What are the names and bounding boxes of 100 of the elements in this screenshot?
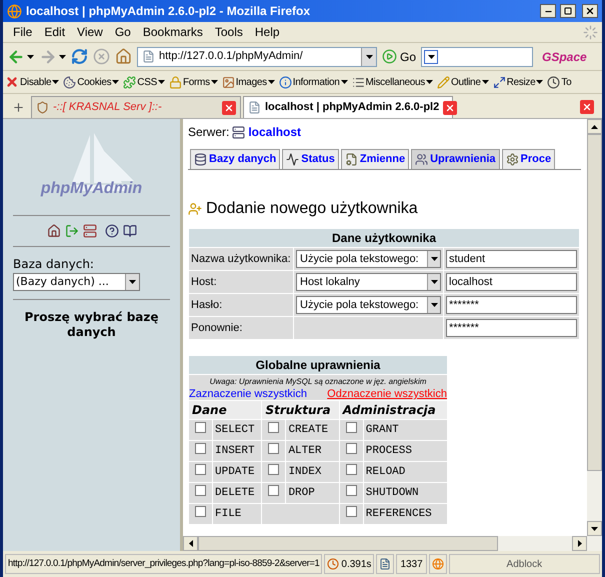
info-icon <box>278 76 292 88</box>
tab[interactable]: Status <box>282 149 339 169</box>
go-button[interactable]: Go <box>382 48 416 66</box>
sql-window-icon[interactable] <box>82 224 96 238</box>
field-label: Nazwa użytkownika: <box>188 248 294 270</box>
dropdown-button[interactable] <box>125 274 139 290</box>
vertical-scrollbar[interactable] <box>587 119 602 536</box>
input-field[interactable]: ******* <box>446 296 577 314</box>
server-icon <box>232 126 246 138</box>
documentation-icon[interactable] <box>122 224 136 238</box>
tab[interactable]: Bazy danych <box>190 149 280 169</box>
checkbox[interactable] <box>195 464 206 475</box>
checkbox[interactable] <box>346 422 357 433</box>
select-field[interactable]: Host lokalny <box>296 273 441 291</box>
close-tab-button[interactable] <box>222 100 236 114</box>
select-all-link[interactable]: Zaznaczenie wszystkich <box>189 388 307 400</box>
checkbox[interactable] <box>268 422 280 433</box>
caret-icon <box>210 80 218 84</box>
dropdown-button[interactable] <box>427 274 440 290</box>
cross-icon <box>5 75 19 89</box>
site-icon <box>36 101 49 114</box>
caret-icon <box>428 54 435 58</box>
scrollbar-thumb[interactable] <box>198 536 498 551</box>
forward-button[interactable] <box>39 48 66 66</box>
toolbar-menu-button[interactable]: Cookies <box>63 74 120 90</box>
database-select[interactable]: (Bazy danych) ... <box>13 273 140 291</box>
toolbar-menu-button[interactable]: Forms <box>168 74 218 90</box>
horizontal-scrollbar[interactable] <box>183 536 602 551</box>
group-header: Dane <box>188 400 262 420</box>
reload-button[interactable] <box>71 48 88 65</box>
dropdown-button[interactable] <box>427 297 440 313</box>
resize-icon <box>492 76 506 88</box>
caret-icon <box>112 80 120 84</box>
scrollbar-thumb[interactable] <box>587 134 602 471</box>
table-header: Dane użytkownika <box>188 228 580 248</box>
menu-item[interactable]: Help <box>248 23 286 41</box>
search-field[interactable] <box>421 46 534 66</box>
home-icon[interactable] <box>46 224 60 238</box>
minimize-button[interactable] <box>540 4 556 18</box>
help-icon[interactable] <box>104 224 118 238</box>
puzzle-icon <box>123 76 136 88</box>
server-link[interactable]: localhost <box>248 123 302 141</box>
scroll-left-button[interactable] <box>183 536 198 551</box>
menu-item[interactable]: Go <box>108 23 137 41</box>
checkbox[interactable] <box>268 464 280 475</box>
tab[interactable]: Zmienne <box>340 149 410 169</box>
input-field[interactable]: localhost <box>446 273 577 291</box>
menu-item[interactable]: Bookmarks <box>136 23 209 41</box>
toolbar-menu-button[interactable]: Information <box>278 74 348 90</box>
toolbar-menu-button[interactable]: CSS <box>123 74 165 90</box>
checkbox[interactable] <box>195 506 206 517</box>
tab-title: localhost | phpMyAdmin 2.6.0-pl2 <box>265 100 440 116</box>
dropdown-button[interactable] <box>427 251 440 267</box>
toolbar-menu-button[interactable]: Resize <box>492 74 544 90</box>
scroll-up-button[interactable] <box>587 119 602 134</box>
checkbox[interactable] <box>346 464 357 475</box>
browser-tab[interactable]: -::[ KRASNAL Serv ]::- <box>31 96 241 118</box>
close-tab-button[interactable] <box>443 100 458 114</box>
input-field[interactable]: ******* <box>446 319 577 337</box>
maximize-button[interactable] <box>560 4 576 18</box>
toolbar-menu-button[interactable]: Outline <box>437 74 489 90</box>
caret-icon <box>591 526 598 530</box>
checkbox[interactable] <box>195 484 206 496</box>
scroll-down-button[interactable] <box>587 521 602 536</box>
select-field[interactable]: Użycie pola tekstowego: <box>296 250 441 268</box>
select-field[interactable]: Użycie pola tekstowego: <box>296 296 441 314</box>
address-field[interactable]: http://127.0.0.1/phpMyAdmin/ <box>137 46 377 66</box>
checkbox[interactable] <box>346 484 357 496</box>
menu-item[interactable]: Tools <box>208 23 249 41</box>
checkbox[interactable] <box>195 422 206 433</box>
close-button[interactable] <box>582 4 598 18</box>
logo-text: phpMyAdmin <box>40 179 142 199</box>
privilege-label: PROCESS <box>363 440 448 462</box>
menu-item[interactable]: View <box>71 23 109 41</box>
field-label: Host: <box>188 270 294 294</box>
toolbar-menu-button[interactable]: To <box>547 74 572 90</box>
toolbar-menu-button[interactable]: Disable <box>5 74 60 90</box>
checkbox[interactable] <box>195 442 206 454</box>
brand-logo: GSpace <box>542 48 587 66</box>
checkbox[interactable] <box>346 442 357 454</box>
tab[interactable]: Proce <box>502 149 556 169</box>
menu-item[interactable]: File <box>7 23 38 41</box>
tab[interactable]: Uprawnienia <box>411 149 500 169</box>
dropdown-button[interactable] <box>361 48 376 66</box>
toolbar-menu-button[interactable]: Images <box>222 74 275 90</box>
checkbox[interactable] <box>268 442 280 454</box>
table-header: Globalne uprawnienia <box>188 356 448 374</box>
toolbar-menu-button[interactable]: Miscellaneous <box>352 74 433 90</box>
scroll-right-button[interactable] <box>572 536 587 551</box>
home-button[interactable] <box>115 48 132 65</box>
back-button[interactable] <box>7 48 34 66</box>
checkbox[interactable] <box>346 506 357 517</box>
add-user-icon <box>188 202 202 216</box>
menu-item[interactable]: Edit <box>38 23 72 41</box>
privilege-label: INSERT <box>212 440 262 462</box>
maximize-icon <box>564 7 572 15</box>
close-tab-button[interactable] <box>580 100 594 114</box>
caret-icon <box>430 280 438 284</box>
input-field[interactable]: student <box>446 250 577 268</box>
checkbox[interactable] <box>268 484 280 496</box>
